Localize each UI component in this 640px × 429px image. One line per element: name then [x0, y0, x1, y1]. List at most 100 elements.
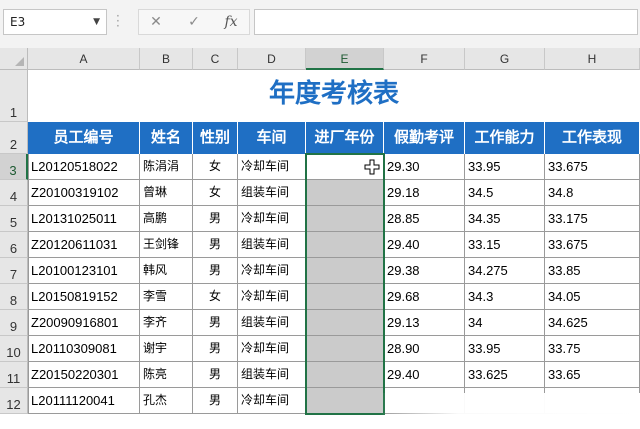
- cell-e11[interactable]: [306, 362, 384, 388]
- formula-input[interactable]: [254, 9, 638, 35]
- cell-h10[interactable]: 33.75: [545, 336, 640, 362]
- cell-c12[interactable]: 男: [193, 388, 238, 414]
- cell-e12[interactable]: [306, 388, 384, 414]
- cell-g8[interactable]: 34.3: [465, 284, 545, 310]
- cell-h7[interactable]: 33.85: [545, 258, 640, 284]
- row-header-7[interactable]: 7: [0, 258, 28, 284]
- cell-f7[interactable]: 29.38: [384, 258, 465, 284]
- cell-h4[interactable]: 34.8: [545, 180, 640, 206]
- cell-f6[interactable]: 29.40: [384, 232, 465, 258]
- cell-e5[interactable]: [306, 206, 384, 232]
- cell-f5[interactable]: 28.85: [384, 206, 465, 232]
- cell-h8[interactable]: 34.05: [545, 284, 640, 310]
- row-header-10[interactable]: 10: [0, 336, 28, 362]
- cell-g7[interactable]: 34.275: [465, 258, 545, 284]
- cell-f4[interactable]: 29.18: [384, 180, 465, 206]
- cell-b12[interactable]: 孔杰: [140, 388, 193, 414]
- header-cell-a[interactable]: 员工编号: [28, 122, 140, 154]
- cell-a5[interactable]: L20131025011: [28, 206, 140, 232]
- header-cell-d[interactable]: 车间: [238, 122, 306, 154]
- cell-d6[interactable]: 组装车间: [238, 232, 306, 258]
- cell-d8[interactable]: 冷却车间: [238, 284, 306, 310]
- row-header-8[interactable]: 8: [0, 284, 28, 310]
- header-cell-c[interactable]: 性别: [193, 122, 238, 154]
- cell-e6[interactable]: [306, 232, 384, 258]
- cell-c8[interactable]: 女: [193, 284, 238, 310]
- cell-g4[interactable]: 34.5: [465, 180, 545, 206]
- row-header-4[interactable]: 4: [0, 180, 28, 206]
- cell-f3[interactable]: 29.30: [384, 154, 465, 180]
- cell-e4[interactable]: [306, 180, 384, 206]
- name-box[interactable]: E3 ▼: [3, 9, 107, 35]
- cell-b11[interactable]: 陈亮: [140, 362, 193, 388]
- cancel-icon[interactable]: ✕: [142, 9, 170, 35]
- cell-f11[interactable]: 29.40: [384, 362, 465, 388]
- cell-g10[interactable]: 33.95: [465, 336, 545, 362]
- column-header-f[interactable]: F: [384, 48, 465, 70]
- cell-h5[interactable]: 33.175: [545, 206, 640, 232]
- cell-g6[interactable]: 33.15: [465, 232, 545, 258]
- column-header-d[interactable]: D: [238, 48, 306, 70]
- cell-e7[interactable]: [306, 258, 384, 284]
- cell-d12[interactable]: 冷却车间: [238, 388, 306, 414]
- row-header-12[interactable]: 12: [0, 388, 28, 414]
- cell-a8[interactable]: L20150819152: [28, 284, 140, 310]
- cell-g9[interactable]: 34: [465, 310, 545, 336]
- cell-c5[interactable]: 男: [193, 206, 238, 232]
- cell-d4[interactable]: 组装车间: [238, 180, 306, 206]
- cell-c10[interactable]: 男: [193, 336, 238, 362]
- column-header-c[interactable]: C: [193, 48, 238, 70]
- insert-function-icon[interactable]: fx: [217, 9, 245, 35]
- row-header-5[interactable]: 5: [0, 206, 28, 232]
- column-header-g[interactable]: G: [465, 48, 545, 70]
- cell-a7[interactable]: L20100123101: [28, 258, 140, 284]
- cell-d9[interactable]: 组装车间: [238, 310, 306, 336]
- header-cell-f[interactable]: 假勤考评: [384, 122, 465, 154]
- column-header-e[interactable]: E: [306, 48, 384, 70]
- row-header-9[interactable]: 9: [0, 310, 28, 336]
- cell-h3[interactable]: 33.675: [545, 154, 640, 180]
- row-header-6[interactable]: 6: [0, 232, 28, 258]
- cell-e9[interactable]: [306, 310, 384, 336]
- cell-b3[interactable]: 陈涓涓: [140, 154, 193, 180]
- cell-a12[interactable]: L20111120041: [28, 388, 140, 414]
- drag-handle[interactable]: · · ·: [116, 10, 120, 32]
- cell-b10[interactable]: 谢宇: [140, 336, 193, 362]
- cell-f9[interactable]: 29.13: [384, 310, 465, 336]
- cell-a3[interactable]: L20120518022: [28, 154, 140, 180]
- cell-b7[interactable]: 韩风: [140, 258, 193, 284]
- header-cell-g[interactable]: 工作能力: [465, 122, 545, 154]
- cell-g3[interactable]: 33.95: [465, 154, 545, 180]
- cell-h11[interactable]: 33.65: [545, 362, 640, 388]
- row-header-3[interactable]: 3: [0, 154, 28, 180]
- cell-b6[interactable]: 王剑锋: [140, 232, 193, 258]
- header-cell-e[interactable]: 进厂年份: [306, 122, 384, 154]
- cell-e8[interactable]: [306, 284, 384, 310]
- cell-a11[interactable]: Z20150220301: [28, 362, 140, 388]
- cell-d5[interactable]: 冷却车间: [238, 206, 306, 232]
- cell-c3[interactable]: 女: [193, 154, 238, 180]
- column-header-b[interactable]: B: [140, 48, 193, 70]
- row-header-11[interactable]: 11: [0, 362, 28, 388]
- header-cell-h[interactable]: 工作表现: [545, 122, 640, 154]
- chevron-down-icon[interactable]: ▼: [93, 10, 100, 34]
- cell-d11[interactable]: 组装车间: [238, 362, 306, 388]
- column-header-a[interactable]: A: [28, 48, 140, 70]
- row-header-1[interactable]: 1: [0, 70, 28, 122]
- cell-h6[interactable]: 33.675: [545, 232, 640, 258]
- select-all-button[interactable]: [0, 48, 28, 70]
- sheet-title[interactable]: 年度考核表: [28, 72, 640, 116]
- column-header-h[interactable]: H: [545, 48, 640, 70]
- cell-h9[interactable]: 34.625: [545, 310, 640, 336]
- cell-c9[interactable]: 男: [193, 310, 238, 336]
- cell-b8[interactable]: 李雪: [140, 284, 193, 310]
- cell-a4[interactable]: Z20100319102: [28, 180, 140, 206]
- cell-e10[interactable]: [306, 336, 384, 362]
- header-cell-b[interactable]: 姓名: [140, 122, 193, 154]
- cell-b9[interactable]: 李齐: [140, 310, 193, 336]
- cell-d7[interactable]: 冷却车间: [238, 258, 306, 284]
- confirm-icon[interactable]: ✓: [180, 9, 208, 35]
- cell-g11[interactable]: 33.625: [465, 362, 545, 388]
- cell-c4[interactable]: 女: [193, 180, 238, 206]
- cell-b5[interactable]: 高鹏: [140, 206, 193, 232]
